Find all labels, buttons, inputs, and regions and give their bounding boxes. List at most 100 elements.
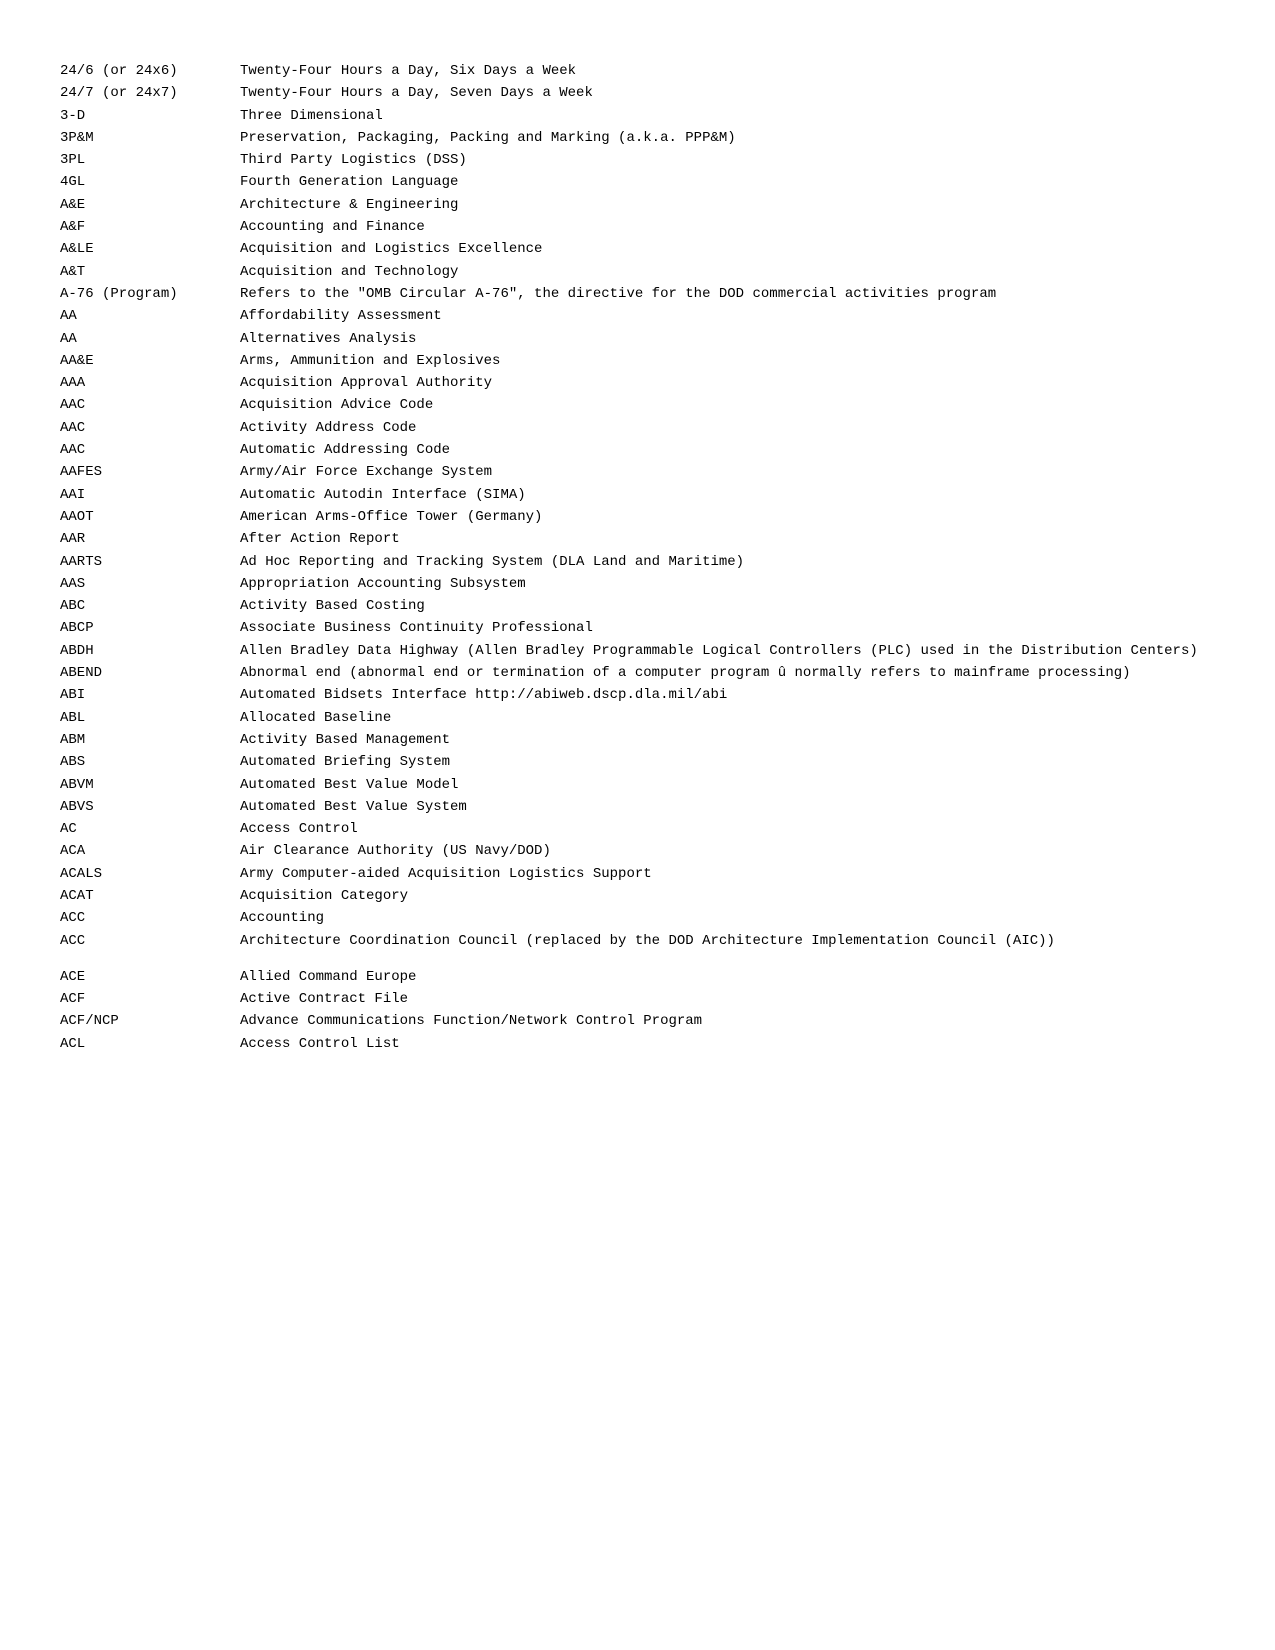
definition-cell: Activity Based Costing [240,595,1215,617]
abbreviation-cell: ABL [60,707,240,729]
table-row: AAFESArmy/Air Force Exchange System [60,461,1215,483]
table-row: AA&EArms, Ammunition and Explosives [60,350,1215,372]
table-row: AAAAcquisition Approval Authority [60,372,1215,394]
definition-cell: Automated Best Value Model [240,774,1215,796]
abbreviation-cell: ACC [60,907,240,929]
table-row: 24/6 (or 24x6)Twenty-Four Hours a Day, S… [60,60,1215,82]
definition-cell: Access Control List [240,1033,1215,1055]
definition-cell: Affordability Assessment [240,305,1215,327]
abbreviation-cell: 24/7 (or 24x7) [60,82,240,104]
abbreviation-cell: AAI [60,484,240,506]
definition-cell: Allen Bradley Data Highway (Allen Bradle… [240,640,1215,662]
abbreviation-cell: ACA [60,840,240,862]
table-row: ACLAccess Control List [60,1033,1215,1055]
definition-cell: Ad Hoc Reporting and Tracking System (DL… [240,551,1215,573]
definition-cell: Architecture Coordination Council (repla… [240,930,1215,952]
definition-cell: Automatic Addressing Code [240,439,1215,461]
table-row: ABIAutomated Bidsets Interface http://ab… [60,684,1215,706]
definition-cell: Activity Based Management [240,729,1215,751]
abbreviation-cell: A&F [60,216,240,238]
definition-cell: Automated Briefing System [240,751,1215,773]
table-row: A&EArchitecture & Engineering [60,194,1215,216]
table-row: ABCPAssociate Business Continuity Profes… [60,617,1215,639]
definition-cell: Associate Business Continuity Profession… [240,617,1215,639]
abbreviation-cell: ABC [60,595,240,617]
definition-cell: Accounting [240,907,1215,929]
abbreviation-cell: 24/6 (or 24x6) [60,60,240,82]
table-row: AAOTAmerican Arms-Office Tower (Germany) [60,506,1215,528]
table-row: ABSAutomated Briefing System [60,751,1215,773]
definition-cell: Army/Air Force Exchange System [240,461,1215,483]
abbreviation-cell: ABCP [60,617,240,639]
abbreviation-cell: 4GL [60,171,240,193]
definition-cell: Acquisition Category [240,885,1215,907]
table-row: A&FAccounting and Finance [60,216,1215,238]
definition-cell: Alternatives Analysis [240,328,1215,350]
table-row: A&LEAcquisition and Logistics Excellence [60,238,1215,260]
definition-cell: Acquisition Advice Code [240,394,1215,416]
table-row: ABDHAllen Bradley Data Highway (Allen Br… [60,640,1215,662]
abbreviation-cell: ABEND [60,662,240,684]
definition-cell: Appropriation Accounting Subsystem [240,573,1215,595]
table-row: ACAAir Clearance Authority (US Navy/DOD) [60,840,1215,862]
abbreviation-cell: ABS [60,751,240,773]
abbreviation-cell: A&T [60,261,240,283]
abbreviation-cell: ACE [60,966,240,988]
table-row: ACALSArmy Computer-aided Acquisition Log… [60,863,1215,885]
table-row: AACAutomatic Addressing Code [60,439,1215,461]
abbreviation-cell: AAFES [60,461,240,483]
table-row: AARAfter Action Report [60,528,1215,550]
definition-cell: Activity Address Code [240,417,1215,439]
definition-cell: Air Clearance Authority (US Navy/DOD) [240,840,1215,862]
abbreviation-cell: ACF [60,988,240,1010]
table-row: ACF/NCPAdvance Communications Function/N… [60,1010,1215,1032]
definition-cell: Automated Bidsets Interface http://abiwe… [240,684,1215,706]
abbreviation-cell: AC [60,818,240,840]
table-row: ACCAccounting [60,907,1215,929]
table-row: ACFActive Contract File [60,988,1215,1010]
definition-cell: Refers to the "OMB Circular A-76", the d… [240,283,1215,305]
table-row: 3-DThree Dimensional [60,105,1215,127]
definition-cell: Access Control [240,818,1215,840]
definition-cell: Automated Best Value System [240,796,1215,818]
abbreviation-cell: AA [60,305,240,327]
definition-cell: Third Party Logistics (DSS) [240,149,1215,171]
abbreviation-cell: AAC [60,417,240,439]
definition-cell: Preservation, Packaging, Packing and Mar… [240,127,1215,149]
table-row: ACATAcquisition Category [60,885,1215,907]
definition-cell: Active Contract File [240,988,1215,1010]
abbreviation-cell: ACC [60,930,240,952]
table-row: ABCActivity Based Costing [60,595,1215,617]
abbreviation-cell: AARTS [60,551,240,573]
abbreviation-cell: ACF/NCP [60,1010,240,1032]
abbreviation-cell: 3P&M [60,127,240,149]
abbreviation-cell: 3-D [60,105,240,127]
definition-cell: Abnormal end (abnormal end or terminatio… [240,662,1215,684]
abbreviation-cell: AAC [60,394,240,416]
definition-cell: Twenty-Four Hours a Day, Seven Days a We… [240,82,1215,104]
table-row: ABENDAbnormal end (abnormal end or termi… [60,662,1215,684]
definition-cell: Fourth Generation Language [240,171,1215,193]
definition-cell: Architecture & Engineering [240,194,1215,216]
definition-cell: After Action Report [240,528,1215,550]
abbreviation-cell: A&LE [60,238,240,260]
table-row: AAAlternatives Analysis [60,328,1215,350]
table-row [60,952,1215,966]
table-row: AAAffordability Assessment [60,305,1215,327]
abbreviation-cell: ABVM [60,774,240,796]
table-row: 4GLFourth Generation Language [60,171,1215,193]
definition-cell: Three Dimensional [240,105,1215,127]
table-row: ABVMAutomated Best Value Model [60,774,1215,796]
definition-cell: Automatic Autodin Interface (SIMA) [240,484,1215,506]
abbreviation-cell: AAA [60,372,240,394]
definition-cell: Arms, Ammunition and Explosives [240,350,1215,372]
abbreviation-cell: ABM [60,729,240,751]
table-row: ABLAllocated Baseline [60,707,1215,729]
abbreviation-cell: ACL [60,1033,240,1055]
definition-cell: Accounting and Finance [240,216,1215,238]
abbreviation-cell: AAC [60,439,240,461]
definition-cell: Allocated Baseline [240,707,1215,729]
table-row: AACAcquisition Advice Code [60,394,1215,416]
table-row: ACCArchitecture Coordination Council (re… [60,930,1215,952]
abbreviation-cell: AA&E [60,350,240,372]
